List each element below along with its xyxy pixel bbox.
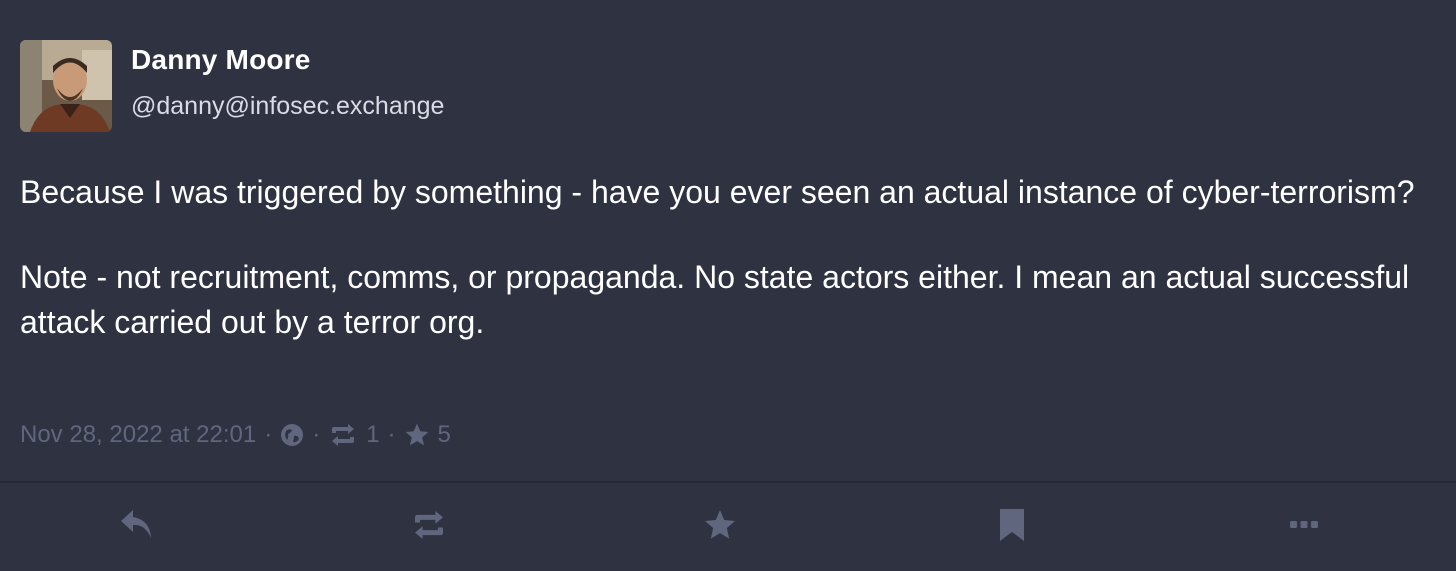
account-handle[interactable]: @danny@infosec.exchange — [131, 92, 444, 121]
user-avatar-photo-icon — [20, 40, 112, 132]
display-name[interactable]: Danny Moore — [131, 44, 311, 76]
status-content: Because I was triggered by something - h… — [20, 170, 1430, 385]
avatar[interactable] — [20, 40, 112, 132]
retweet-icon — [328, 424, 358, 446]
star-icon — [705, 510, 735, 539]
reply-icon — [121, 510, 151, 538]
ellipsis-icon — [1290, 521, 1318, 528]
separator: · — [312, 421, 321, 448]
star-icon — [404, 422, 430, 448]
more-button[interactable] — [1282, 503, 1326, 547]
separator: · — [264, 421, 273, 448]
boost-count: 1 — [366, 421, 380, 448]
status-paragraph: Because I was triggered by something - h… — [20, 174, 1415, 210]
action-bar — [0, 483, 1456, 571]
retweet-icon — [415, 511, 443, 539]
bookmark-icon — [1000, 509, 1024, 541]
reply-button[interactable] — [115, 503, 159, 547]
separator: · — [387, 421, 396, 448]
status-meta: Nov 28, 2022 at 22:01 · · 1 · 5 — [20, 418, 451, 452]
globe-icon — [280, 423, 304, 447]
boost-button[interactable] — [407, 503, 451, 547]
status-card: Danny Moore @danny@infosec.exchange Beca… — [0, 0, 1456, 571]
timestamp[interactable]: Nov 28, 2022 at 22:01 — [20, 421, 256, 449]
favourite-count: 5 — [437, 421, 451, 448]
favourite-button[interactable] — [698, 503, 742, 547]
status-paragraph: Note - not recruitment, comms, or propag… — [20, 259, 1410, 340]
bookmark-button[interactable] — [990, 503, 1034, 547]
